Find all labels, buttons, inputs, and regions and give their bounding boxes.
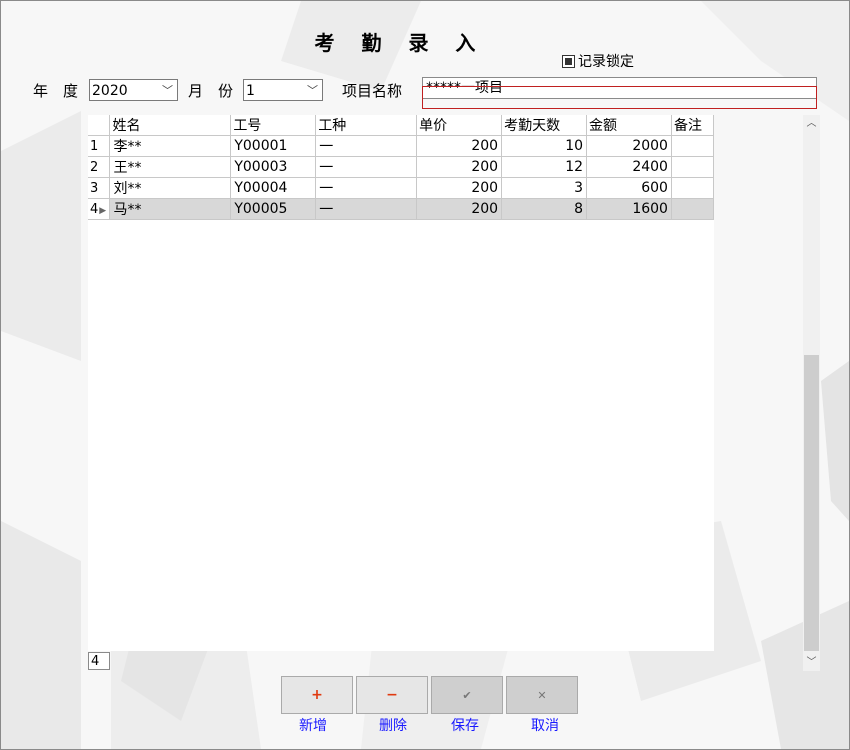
- cell-note[interactable]: [671, 198, 714, 220]
- close-icon: ✕: [537, 688, 547, 702]
- window-title: 考 勤 录 入: [314, 31, 486, 55]
- chevron-down-icon: ﹀: [307, 84, 318, 97]
- table-row[interactable]: 1 李** Y00001 一 200 10 2000: [88, 135, 714, 157]
- cell-note[interactable]: [671, 177, 714, 199]
- cell-note[interactable]: [671, 135, 714, 157]
- current-row-pointer-icon: ▶: [99, 205, 107, 216]
- cell-days[interactable]: 10: [501, 135, 588, 157]
- grid-header-row: 姓名 工号 工种 单价 考勤天数 金额 备注: [88, 115, 714, 136]
- row-number: 4▶: [88, 198, 111, 220]
- cell-id[interactable]: Y00004: [230, 177, 317, 199]
- row-header-corner: [88, 115, 111, 136]
- delete-button[interactable]: −: [356, 676, 428, 714]
- year-select[interactable]: 2020 ﹀: [89, 79, 178, 101]
- table-row-selected[interactable]: 4▶ 马** Y00005 一 200 8 1600: [88, 198, 714, 220]
- month-select[interactable]: 1 ﹀: [243, 79, 323, 101]
- cell-type[interactable]: 一: [315, 135, 418, 157]
- month-value: 1: [246, 83, 255, 99]
- cell-price[interactable]: 200: [416, 177, 503, 199]
- cell-name[interactable]: 马**: [109, 198, 232, 220]
- window-frame: 考 勤 录 入 记录锁定 年 度 2020 ﹀ 月 份 1 ﹀ 项目名称 ***…: [0, 0, 850, 750]
- year-value: 2020: [92, 83, 128, 99]
- attendance-grid[interactable]: 姓名 工号 工种 单价 考勤天数 金额 备注 1 李** Y00001 一 20…: [88, 115, 714, 651]
- cell-type[interactable]: 一: [315, 156, 418, 178]
- cell-days[interactable]: 12: [501, 156, 588, 178]
- scroll-thumb[interactable]: [804, 355, 819, 651]
- cell-amount[interactable]: 2000: [586, 135, 672, 157]
- cell-type[interactable]: 一: [315, 177, 418, 199]
- save-label[interactable]: 保存: [429, 715, 501, 735]
- col-header-price[interactable]: 单价: [416, 115, 503, 136]
- cell-id[interactable]: Y00001: [230, 135, 317, 157]
- col-header-days[interactable]: 考勤天数: [501, 115, 588, 136]
- table-row[interactable]: 3 刘** Y00004 一 200 3 600: [88, 177, 714, 199]
- cancel-label[interactable]: 取消: [509, 715, 581, 735]
- check-icon: ✔: [462, 688, 472, 702]
- checkbox-checked-icon: [562, 54, 575, 68]
- table-row[interactable]: 2 王** Y00003 一 200 12 2400: [88, 156, 714, 178]
- row-number: 2: [88, 156, 111, 178]
- scroll-down-icon[interactable]: ﹀: [803, 654, 820, 671]
- scroll-up-icon[interactable]: ︿: [803, 115, 820, 132]
- cell-name[interactable]: 刘**: [109, 177, 232, 199]
- minus-icon: −: [386, 687, 398, 703]
- cell-amount[interactable]: 2400: [586, 156, 672, 178]
- col-header-name[interactable]: 姓名: [109, 115, 232, 136]
- save-button[interactable]: ✔: [431, 676, 503, 714]
- cell-name[interactable]: 王**: [109, 156, 232, 178]
- chevron-down-icon: ﹀: [162, 84, 173, 97]
- grid-vertical-scrollbar[interactable]: ︿ ﹀: [803, 115, 820, 671]
- cell-name[interactable]: 李**: [109, 135, 232, 157]
- cell-id[interactable]: Y00005: [230, 198, 317, 220]
- cell-note[interactable]: [671, 156, 714, 178]
- col-header-note[interactable]: 备注: [671, 115, 714, 136]
- cancel-button[interactable]: ✕: [506, 676, 578, 714]
- cell-id[interactable]: Y00003: [230, 156, 317, 178]
- cell-price[interactable]: 200: [416, 198, 503, 220]
- cell-price[interactable]: 200: [416, 135, 503, 157]
- record-count: 4: [88, 652, 110, 670]
- row-number: 3: [88, 177, 111, 199]
- col-header-amount[interactable]: 金额: [586, 115, 672, 136]
- add-label[interactable]: 新增: [277, 715, 349, 735]
- cell-amount[interactable]: 600: [586, 177, 672, 199]
- col-header-id[interactable]: 工号: [230, 115, 317, 136]
- plus-icon: +: [311, 687, 323, 703]
- project-highlight-box: [422, 86, 817, 109]
- row-number: 1: [88, 135, 111, 157]
- project-label: 项目名称: [342, 82, 403, 100]
- record-lock-checkbox[interactable]: 记录锁定: [562, 51, 634, 71]
- delete-label[interactable]: 删除: [357, 715, 429, 735]
- month-label: 月 份: [188, 82, 234, 100]
- cell-days[interactable]: 3: [501, 177, 588, 199]
- cell-type[interactable]: 一: [315, 198, 418, 220]
- cell-price[interactable]: 200: [416, 156, 503, 178]
- cell-amount[interactable]: 1600: [586, 198, 672, 220]
- year-label: 年 度: [33, 82, 79, 100]
- col-header-type[interactable]: 工种: [315, 115, 418, 136]
- record-lock-label: 记录锁定: [578, 54, 634, 70]
- add-button[interactable]: +: [281, 676, 353, 714]
- cell-days[interactable]: 8: [501, 198, 588, 220]
